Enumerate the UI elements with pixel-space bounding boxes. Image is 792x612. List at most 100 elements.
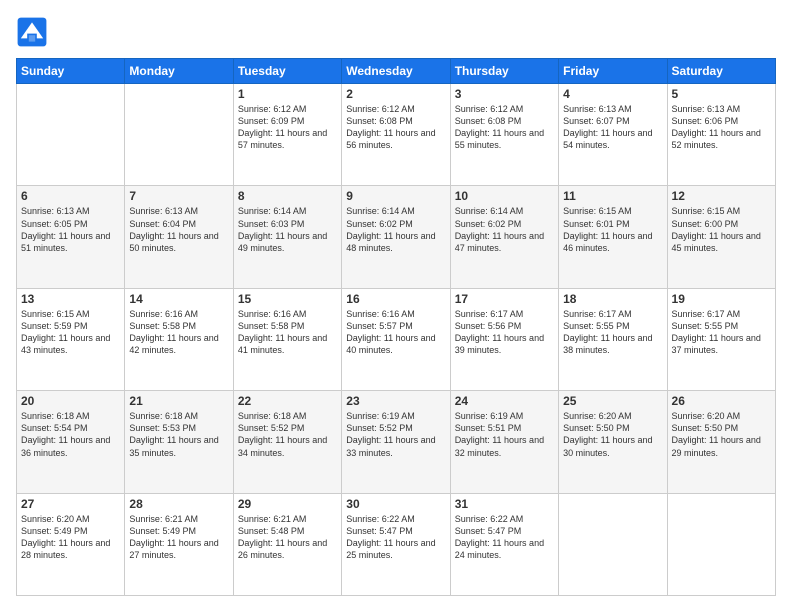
day-number: 22 — [238, 394, 337, 408]
day-info: Sunrise: 6:18 AM Sunset: 5:53 PM Dayligh… — [129, 410, 228, 459]
header-row: SundayMondayTuesdayWednesdayThursdayFrid… — [17, 59, 776, 84]
day-info: Sunrise: 6:13 AM Sunset: 6:07 PM Dayligh… — [563, 103, 662, 152]
calendar-cell: 4 Sunrise: 6:13 AM Sunset: 6:07 PM Daylig… — [559, 84, 667, 186]
day-number: 16 — [346, 292, 445, 306]
day-info: Sunrise: 6:12 AM Sunset: 6:08 PM Dayligh… — [455, 103, 554, 152]
week-row-1: 1 Sunrise: 6:12 AM Sunset: 6:09 PM Daylig… — [17, 84, 776, 186]
day-info: Sunrise: 6:13 AM Sunset: 6:04 PM Dayligh… — [129, 205, 228, 254]
day-header-friday: Friday — [559, 59, 667, 84]
logo-icon — [16, 16, 48, 48]
day-info: Sunrise: 6:15 AM Sunset: 6:01 PM Dayligh… — [563, 205, 662, 254]
day-info: Sunrise: 6:19 AM Sunset: 5:51 PM Dayligh… — [455, 410, 554, 459]
week-row-2: 6 Sunrise: 6:13 AM Sunset: 6:05 PM Daylig… — [17, 186, 776, 288]
day-number: 9 — [346, 189, 445, 203]
calendar-cell: 7 Sunrise: 6:13 AM Sunset: 6:04 PM Daylig… — [125, 186, 233, 288]
day-number: 23 — [346, 394, 445, 408]
day-info: Sunrise: 6:18 AM Sunset: 5:52 PM Dayligh… — [238, 410, 337, 459]
calendar-cell: 8 Sunrise: 6:14 AM Sunset: 6:03 PM Daylig… — [233, 186, 341, 288]
calendar-cell: 16 Sunrise: 6:16 AM Sunset: 5:57 PM Dayli… — [342, 288, 450, 390]
day-number: 26 — [672, 394, 771, 408]
day-header-monday: Monday — [125, 59, 233, 84]
day-number: 11 — [563, 189, 662, 203]
calendar-cell: 30 Sunrise: 6:22 AM Sunset: 5:47 PM Dayli… — [342, 493, 450, 595]
day-number: 5 — [672, 87, 771, 101]
header — [16, 16, 776, 48]
day-info: Sunrise: 6:17 AM Sunset: 5:55 PM Dayligh… — [672, 308, 771, 357]
calendar-cell — [667, 493, 775, 595]
day-number: 12 — [672, 189, 771, 203]
day-info: Sunrise: 6:22 AM Sunset: 5:47 PM Dayligh… — [455, 513, 554, 562]
day-info: Sunrise: 6:16 AM Sunset: 5:58 PM Dayligh… — [238, 308, 337, 357]
calendar-cell: 6 Sunrise: 6:13 AM Sunset: 6:05 PM Daylig… — [17, 186, 125, 288]
calendar-cell: 15Sunrise: 6:16 AM Sunset: 5:58 PM Dayli… — [233, 288, 341, 390]
day-number: 3 — [455, 87, 554, 101]
day-header-saturday: Saturday — [667, 59, 775, 84]
calendar-cell: 25 Sunrise: 6:20 AM Sunset: 5:50 PM Dayli… — [559, 391, 667, 493]
calendar-cell: 26Sunrise: 6:20 AM Sunset: 5:50 PM Dayli… — [667, 391, 775, 493]
logo — [16, 16, 52, 48]
day-info: Sunrise: 6:18 AM Sunset: 5:54 PM Dayligh… — [21, 410, 120, 459]
day-number: 14 — [129, 292, 228, 306]
day-number: 7 — [129, 189, 228, 203]
day-number: 30 — [346, 497, 445, 511]
day-number: 20 — [21, 394, 120, 408]
day-number: 18 — [563, 292, 662, 306]
day-number: 1 — [238, 87, 337, 101]
day-number: 8 — [238, 189, 337, 203]
week-row-4: 20 Sunrise: 6:18 AM Sunset: 5:54 PM Dayli… — [17, 391, 776, 493]
day-number: 17 — [455, 292, 554, 306]
day-info: Sunrise: 6:15 AM Sunset: 5:59 PM Dayligh… — [21, 308, 120, 357]
day-number: 19 — [672, 292, 771, 306]
calendar-cell: 28 Sunrise: 6:21 AM Sunset: 5:49 PM Dayli… — [125, 493, 233, 595]
day-header-wednesday: Wednesday — [342, 59, 450, 84]
day-info: Sunrise: 6:22 AM Sunset: 5:47 PM Dayligh… — [346, 513, 445, 562]
calendar-cell: 22 Sunrise: 6:18 AM Sunset: 5:52 PM Dayli… — [233, 391, 341, 493]
day-header-sunday: Sunday — [17, 59, 125, 84]
day-info: Sunrise: 6:14 AM Sunset: 6:02 PM Dayligh… — [346, 205, 445, 254]
day-info: Sunrise: 6:17 AM Sunset: 5:55 PM Dayligh… — [563, 308, 662, 357]
day-number: 13 — [21, 292, 120, 306]
calendar-cell: 20 Sunrise: 6:18 AM Sunset: 5:54 PM Dayli… — [17, 391, 125, 493]
day-number: 25 — [563, 394, 662, 408]
day-number: 2 — [346, 87, 445, 101]
day-number: 28 — [129, 497, 228, 511]
calendar-cell: 17Sunrise: 6:17 AM Sunset: 5:56 PM Dayli… — [450, 288, 558, 390]
day-number: 4 — [563, 87, 662, 101]
calendar-cell: 10 Sunrise: 6:14 AM Sunset: 6:02 PM Dayli… — [450, 186, 558, 288]
day-info: Sunrise: 6:14 AM Sunset: 6:03 PM Dayligh… — [238, 205, 337, 254]
calendar-cell: 12 Sunrise: 6:15 AM Sunset: 6:00 PM Dayli… — [667, 186, 775, 288]
calendar: SundayMondayTuesdayWednesdayThursdayFrid… — [16, 58, 776, 596]
day-info: Sunrise: 6:14 AM Sunset: 6:02 PM Dayligh… — [455, 205, 554, 254]
day-number: 31 — [455, 497, 554, 511]
calendar-cell: 14Sunrise: 6:16 AM Sunset: 5:58 PM Dayli… — [125, 288, 233, 390]
day-info: Sunrise: 6:15 AM Sunset: 6:00 PM Dayligh… — [672, 205, 771, 254]
calendar-cell: 5 Sunrise: 6:13 AM Sunset: 6:06 PM Daylig… — [667, 84, 775, 186]
calendar-cell: 23 Sunrise: 6:19 AM Sunset: 5:52 PM Dayli… — [342, 391, 450, 493]
calendar-cell: 31 Sunrise: 6:22 AM Sunset: 5:47 PM Dayli… — [450, 493, 558, 595]
day-info: Sunrise: 6:13 AM Sunset: 6:06 PM Dayligh… — [672, 103, 771, 152]
day-info: Sunrise: 6:16 AM Sunset: 5:57 PM Dayligh… — [346, 308, 445, 357]
calendar-cell: 1 Sunrise: 6:12 AM Sunset: 6:09 PM Daylig… — [233, 84, 341, 186]
calendar-cell: 13 Sunrise: 6:15 AM Sunset: 5:59 PM Dayli… — [17, 288, 125, 390]
calendar-cell: 29Sunrise: 6:21 AM Sunset: 5:48 PM Dayli… — [233, 493, 341, 595]
day-info: Sunrise: 6:21 AM Sunset: 5:48 PM Dayligh… — [238, 513, 337, 562]
day-info: Sunrise: 6:12 AM Sunset: 6:08 PM Dayligh… — [346, 103, 445, 152]
calendar-cell: 2 Sunrise: 6:12 AM Sunset: 6:08 PM Daylig… — [342, 84, 450, 186]
day-info: Sunrise: 6:20 AM Sunset: 5:50 PM Dayligh… — [563, 410, 662, 459]
day-number: 10 — [455, 189, 554, 203]
day-info: Sunrise: 6:12 AM Sunset: 6:09 PM Dayligh… — [238, 103, 337, 152]
calendar-cell: 3 Sunrise: 6:12 AM Sunset: 6:08 PM Daylig… — [450, 84, 558, 186]
day-header-tuesday: Tuesday — [233, 59, 341, 84]
day-info: Sunrise: 6:21 AM Sunset: 5:49 PM Dayligh… — [129, 513, 228, 562]
day-info: Sunrise: 6:20 AM Sunset: 5:49 PM Dayligh… — [21, 513, 120, 562]
page: SundayMondayTuesdayWednesdayThursdayFrid… — [0, 0, 792, 612]
day-number: 6 — [21, 189, 120, 203]
calendar-cell: 18 Sunrise: 6:17 AM Sunset: 5:55 PM Dayli… — [559, 288, 667, 390]
week-row-5: 27Sunrise: 6:20 AM Sunset: 5:49 PM Dayli… — [17, 493, 776, 595]
day-info: Sunrise: 6:19 AM Sunset: 5:52 PM Dayligh… — [346, 410, 445, 459]
week-row-3: 13 Sunrise: 6:15 AM Sunset: 5:59 PM Dayli… — [17, 288, 776, 390]
calendar-cell: 19 Sunrise: 6:17 AM Sunset: 5:55 PM Dayli… — [667, 288, 775, 390]
day-info: Sunrise: 6:13 AM Sunset: 6:05 PM Dayligh… — [21, 205, 120, 254]
calendar-cell: 21Sunrise: 6:18 AM Sunset: 5:53 PM Dayli… — [125, 391, 233, 493]
calendar-cell: 27Sunrise: 6:20 AM Sunset: 5:49 PM Dayli… — [17, 493, 125, 595]
